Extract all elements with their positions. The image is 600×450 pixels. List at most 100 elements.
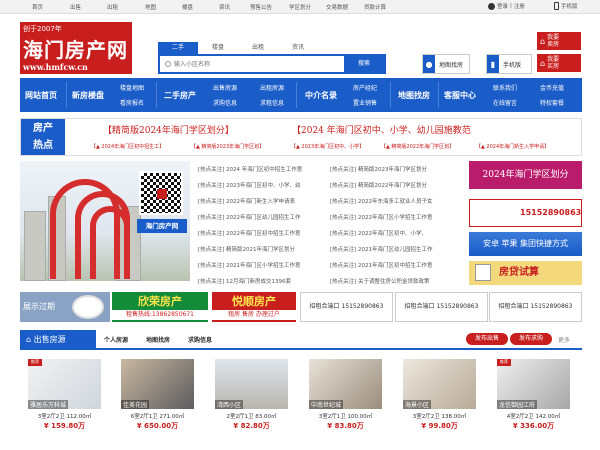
mobile-link-area[interactable]: 手机版 bbox=[554, 2, 578, 10]
mobile-link[interactable]: 手机版 bbox=[561, 2, 578, 10]
nav-vip-package[interactable]: 特权套餐 bbox=[540, 98, 564, 107]
listing-card[interactable]: 中南世纪城 3室2厅1卫 100.00㎡ ¥ 83.80万 bbox=[309, 359, 382, 431]
listing-image[interactable]: 海景小区 bbox=[403, 359, 476, 409]
nav-brokers[interactable]: 房产经纪 bbox=[353, 83, 377, 92]
news-item[interactable]: [热点关注] 2021年海门区初中招生工作意 bbox=[330, 261, 433, 269]
nav-mapsearch[interactable]: 地图找房 bbox=[398, 90, 430, 101]
top-link-estates[interactable]: 楼盘 bbox=[182, 3, 193, 11]
yueshun-banner[interactable]: 悦顺房产 租房 售房 办理过户 bbox=[212, 292, 296, 322]
map-search-button[interactable]: ● 地图找房 bbox=[422, 54, 470, 74]
news-item[interactable]: [热点关注] 精简版2023年海门学区划分 bbox=[330, 165, 427, 173]
listing-image[interactable]: 湾西小区 bbox=[215, 359, 288, 409]
listing-card[interactable]: 湾西小区 2室2厅1卫 83.00㎡ ¥ 82.80万 bbox=[215, 359, 288, 431]
buy-house-label: 我要 买房 bbox=[547, 56, 560, 70]
hot-sub-link[interactable]: 【▲ 2023年海门区初中、小学】 bbox=[291, 143, 364, 150]
news-item[interactable]: [热点关注] 精简版2022年海门学区划分 bbox=[330, 181, 427, 189]
top-link-sale[interactable]: 出售 bbox=[70, 3, 81, 11]
nav-rent-requests[interactable]: 求租信息 bbox=[260, 98, 284, 107]
listing-image[interactable]: 佳美花园 bbox=[121, 359, 194, 409]
ad-loan-calculator[interactable]: 房贷试算 bbox=[469, 261, 582, 285]
news-item[interactable]: [热点关注] 2022年海门新生入学申请表 bbox=[198, 197, 295, 205]
xinrong-banner[interactable]: 欣荣房产 租售热线:13862850671 bbox=[112, 292, 208, 322]
ad-app-shortcut[interactable]: 安卓 苹果 集团快捷方式 bbox=[469, 232, 582, 256]
nav-sale-listings[interactable]: 出售房源 bbox=[213, 83, 237, 92]
news-item[interactable]: [热点关注] 2021年海门区幼儿园招生工作 bbox=[330, 245, 433, 253]
hot-sub-link[interactable]: 【▲ 精简版2023年海门学区划】 bbox=[191, 143, 264, 150]
search-input[interactable] bbox=[174, 58, 342, 71]
top-link-school[interactable]: 学区划分 bbox=[289, 3, 311, 11]
nav-home[interactable]: 网站首页 bbox=[25, 90, 57, 101]
hot-sub-link[interactable]: 【▲ 2024年海门新生入学申请】 bbox=[476, 143, 549, 150]
listing-card[interactable]: 佳美花园 6室2厅1卫 271.00㎡ ¥ 650.00万 bbox=[121, 359, 194, 431]
login-link[interactable]: 登录 bbox=[497, 2, 508, 10]
more-link[interactable]: 更多 bbox=[558, 335, 570, 344]
news-item[interactable]: [热点关注] 2022年海门区初中招生工作意 bbox=[198, 229, 301, 237]
mobile-version-button[interactable]: ▮ 手机版 bbox=[486, 54, 532, 74]
register-link[interactable]: 注册 bbox=[514, 2, 525, 10]
top-link-map[interactable]: 地图 bbox=[145, 3, 156, 11]
search-tab-estates[interactable]: 楼盘 bbox=[198, 42, 238, 54]
listing-spec: 3室2厅1卫 100.00㎡ bbox=[318, 414, 373, 420]
buy-house-button[interactable]: ⌂ 我要 买房 bbox=[537, 54, 581, 72]
nav-sales-consultants[interactable]: 置业销售 bbox=[353, 98, 377, 107]
nav-recharge[interactable]: 金币充值 bbox=[540, 83, 564, 92]
house-icon: ⌂ bbox=[540, 58, 546, 68]
hot-headline-1[interactable]: 【精简版2024年海门学区划分】 bbox=[103, 123, 234, 136]
news-item[interactable]: [热点关注] 2022年海门区幼儿园招生工作 bbox=[198, 213, 301, 221]
listing-image[interactable]: 推荐 雅居乐万科城 bbox=[28, 359, 101, 409]
top-link-home[interactable]: 首页 bbox=[32, 3, 43, 11]
search-button[interactable]: 搜索 bbox=[344, 56, 384, 72]
news-item[interactable]: [热点关注] 12月海门新房成交1396套 bbox=[198, 277, 291, 285]
news-item[interactable]: [热点关注] 2022年东海多工就业人员子女 bbox=[330, 197, 433, 205]
nav-newhouse[interactable]: 新房楼盘 bbox=[72, 90, 104, 101]
listing-image[interactable]: 推荐 龙信御园江府 bbox=[497, 359, 570, 409]
news-item[interactable]: [热点关注] 精简版2021年海门学区划分 bbox=[198, 245, 295, 253]
top-link-loan[interactable]: 贷款计算 bbox=[364, 3, 386, 11]
listing-image[interactable]: 中南世纪城 bbox=[309, 359, 382, 409]
news-item[interactable]: [热点关注] 2022年海门区小学招生工作意 bbox=[330, 213, 433, 221]
news-item[interactable]: [热点关注] 2024 年海门区初中招生工作意 bbox=[198, 165, 302, 173]
nav-estate-map[interactable]: 楼盘地图 bbox=[120, 83, 144, 92]
top-link-trade[interactable]: 交易数据 bbox=[326, 3, 348, 11]
ad-slot[interactable]: 招租合端口 15152890863 bbox=[395, 292, 488, 322]
site-logo[interactable]: 创于2007年 海门房产网 www.hmfcw.cn bbox=[20, 22, 132, 74]
news-item[interactable]: [热点关注] 关于调整住房公积金贷款政策 bbox=[330, 277, 430, 285]
news-item[interactable]: [热点关注] 2021年海门区小学招生工作意 bbox=[198, 261, 301, 269]
hot-sub-link[interactable]: 【▲ 精简版2022年海门学区划】 bbox=[381, 143, 454, 150]
user-area: 登录 | 注册 bbox=[488, 2, 525, 10]
listing-card[interactable]: 推荐 龙信御园江府 4室2厅2卫 142.00㎡ ¥ 336.00万 bbox=[497, 359, 570, 431]
nav-rent-listings[interactable]: 出租房源 bbox=[260, 83, 284, 92]
search-tab-rent[interactable]: 出租 bbox=[238, 42, 278, 54]
ad-phone[interactable]: 15152890863 bbox=[469, 199, 582, 227]
top-link-news[interactable]: 资讯 bbox=[219, 3, 230, 11]
listing-card[interactable]: 海景小区 3室2厅2卫 138.00㎡ ¥ 99.80万 bbox=[403, 359, 476, 431]
listing-name: 雅居乐万科城 bbox=[28, 400, 69, 409]
publish-buy-button[interactable]: 发布求购 bbox=[510, 333, 552, 345]
tab-map-search[interactable]: 地图找房 bbox=[146, 335, 170, 344]
hot-headline-2[interactable]: 【2024 年海门区初中、小学、幼儿园施教范 bbox=[292, 123, 471, 136]
nav-viewing-signup[interactable]: 看房报名 bbox=[120, 98, 144, 107]
nav-secondhand[interactable]: 二手房产 bbox=[164, 90, 196, 101]
tab-personal-listings[interactable]: 个人房源 bbox=[104, 335, 128, 344]
top-link-rent[interactable]: 出租 bbox=[107, 3, 118, 11]
search-tab-secondhand[interactable]: 二手 bbox=[158, 42, 198, 54]
hot-sub-link[interactable]: 【▲ 2024年海门区初中招生工】 bbox=[91, 143, 164, 150]
nav-buy-requests[interactable]: 求购信息 bbox=[213, 98, 237, 107]
search-tab-news[interactable]: 资讯 bbox=[278, 42, 318, 54]
ad-school-district[interactable]: 2024年海门学区划分 bbox=[469, 161, 582, 189]
news-item[interactable]: [热点关注] 2023年海门区初中、小学、幼 bbox=[198, 181, 301, 189]
listing-card[interactable]: 推荐 雅居乐万科城 3室2厅2卫 112.00㎡ ¥ 159.80万 bbox=[28, 359, 101, 431]
tab-buy-requests[interactable]: 求购信息 bbox=[188, 335, 212, 344]
ad-slot[interactable]: 招租合端口 15152890863 bbox=[489, 292, 582, 322]
news-item[interactable]: [热点关注] 2022年海门区初中、小学、 bbox=[330, 229, 427, 237]
nav-message[interactable]: 在线留言 bbox=[493, 98, 517, 107]
search-box: 搜索 bbox=[158, 54, 386, 74]
nav-service[interactable]: 客服中心 bbox=[444, 90, 476, 101]
nav-agents[interactable]: 中介名录 bbox=[305, 90, 337, 101]
recommend-badge: 推荐 bbox=[497, 359, 511, 366]
top-link-presale[interactable]: 预售公告 bbox=[250, 3, 272, 11]
sell-house-button[interactable]: ⌂ 我要 卖房 bbox=[537, 32, 581, 50]
ad-slot[interactable]: 招租合端口 15152890863 bbox=[300, 292, 393, 322]
nav-contact-us[interactable]: 联系我们 bbox=[493, 83, 517, 92]
publish-sale-button[interactable]: 发布出售 bbox=[466, 333, 508, 345]
